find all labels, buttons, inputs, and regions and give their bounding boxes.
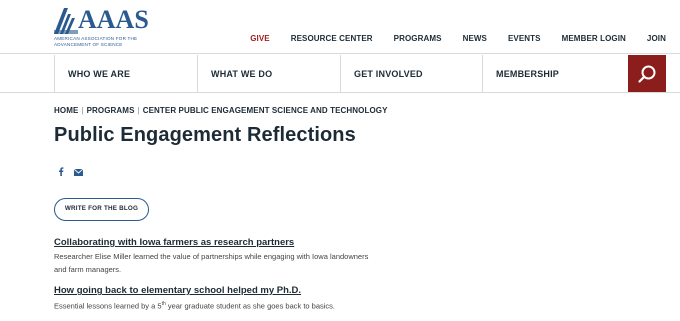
main-nav-what-we-do[interactable]: WHAT WE DO — [197, 55, 340, 92]
logo-subtitle: American Association for the Advancement… — [54, 36, 138, 47]
share-bar — [58, 163, 84, 181]
search-button[interactable] — [628, 55, 666, 92]
aaas-logo[interactable]: AAAS American Association for the Advanc… — [54, 5, 154, 48]
main-nav-membership[interactable]: MEMBERSHIP — [482, 55, 628, 92]
site-header: AAAS American Association for the Advanc… — [0, 0, 680, 54]
main-nav-who-we-are[interactable]: WHO WE ARE — [54, 55, 197, 92]
article-description-end: year graduate student as she goes back t… — [165, 301, 336, 311]
breadcrumb-separator: | — [137, 106, 140, 115]
article-title-link[interactable]: Collaborating with Iowa farmers as resea… — [54, 237, 374, 249]
utility-nav: GIVE RESOURCE CENTER PROGRAMS NEWS EVENT… — [229, 34, 666, 43]
article-description: Researcher Elise Miller learned the valu… — [54, 252, 369, 274]
breadcrumb-programs[interactable]: PROGRAMS — [87, 106, 135, 115]
breadcrumb-current[interactable]: CENTER PUBLIC ENGAGEMENT SCIENCE AND TEC… — [143, 106, 388, 115]
logo-mark-icon — [54, 8, 78, 34]
util-link-programs[interactable]: PROGRAMS — [394, 34, 442, 43]
breadcrumb-home[interactable]: HOME — [54, 106, 78, 115]
write-for-blog-button[interactable]: WRITE FOR THE BLOG — [54, 198, 149, 221]
article-title-link[interactable]: How going back to elementary school help… — [54, 285, 374, 297]
main-nav-get-involved[interactable]: GET INVOLVED — [340, 55, 482, 92]
util-link-give[interactable]: GIVE — [250, 34, 270, 43]
util-link-join[interactable]: JOIN — [647, 34, 666, 43]
util-link-events[interactable]: EVENTS — [508, 34, 541, 43]
article-item: Collaborating with Iowa farmers as resea… — [54, 237, 374, 276]
facebook-icon[interactable] — [58, 163, 64, 181]
util-link-news[interactable]: NEWS — [463, 34, 487, 43]
email-icon[interactable] — [73, 163, 84, 181]
article-description-start: Essential lessons learned by a 5 — [54, 301, 162, 311]
breadcrumb-separator: | — [81, 106, 84, 115]
search-icon — [638, 65, 656, 83]
article-item: How going back to elementary school help… — [54, 285, 374, 313]
util-link-member-login[interactable]: MEMBER LOGIN — [562, 34, 626, 43]
logo-wordmark: AAAS — [78, 5, 149, 34]
breadcrumb: HOME | PROGRAMS | CENTER PUBLIC ENGAGEMENT S… — [54, 106, 388, 115]
page-title: Public Engagement Reflections — [54, 124, 356, 146]
util-link-resource-center[interactable]: RESOURCE CENTER — [291, 34, 373, 43]
article-description: Essential lessons learned by a 5th year … — [54, 298, 374, 313]
main-nav: WHO WE ARE WHAT WE DO GET INVOLVED MEMBE… — [0, 55, 680, 93]
